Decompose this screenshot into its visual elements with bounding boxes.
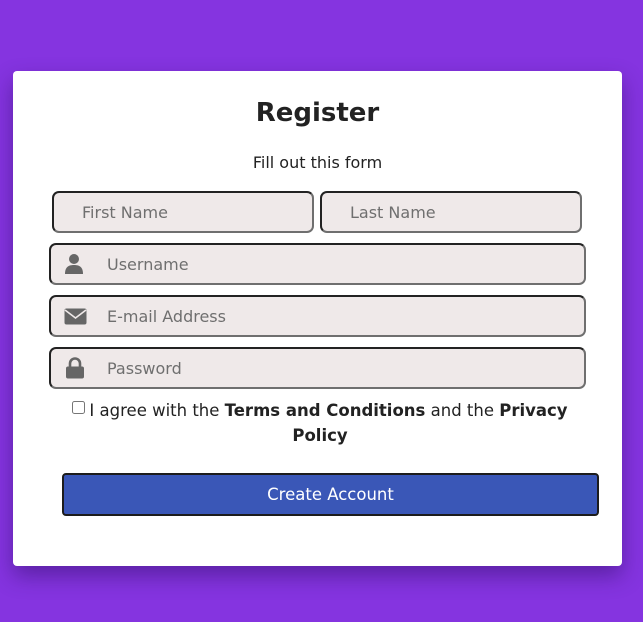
last-name-input[interactable] xyxy=(320,191,582,233)
first-name-input[interactable] xyxy=(52,191,314,233)
form-subtitle: Fill out this form xyxy=(252,153,383,172)
username-input[interactable] xyxy=(49,243,586,285)
user-icon xyxy=(62,252,86,276)
create-account-button[interactable]: Create Account xyxy=(62,473,599,516)
register-card: Register Fill out this form I agree with… xyxy=(13,71,622,566)
agree-middle-text: and the xyxy=(430,401,494,420)
terms-link[interactable]: Terms and Conditions xyxy=(225,401,426,420)
terms-agreement: I agree with the Terms and Conditions an… xyxy=(65,398,575,448)
password-input[interactable] xyxy=(49,347,586,389)
page-title: Register xyxy=(255,98,380,128)
agree-prefix-text: I agree with the xyxy=(89,401,220,420)
terms-checkbox[interactable] xyxy=(72,401,86,414)
envelope-icon xyxy=(63,304,87,328)
lock-icon xyxy=(63,356,87,380)
email-input[interactable] xyxy=(49,295,586,337)
